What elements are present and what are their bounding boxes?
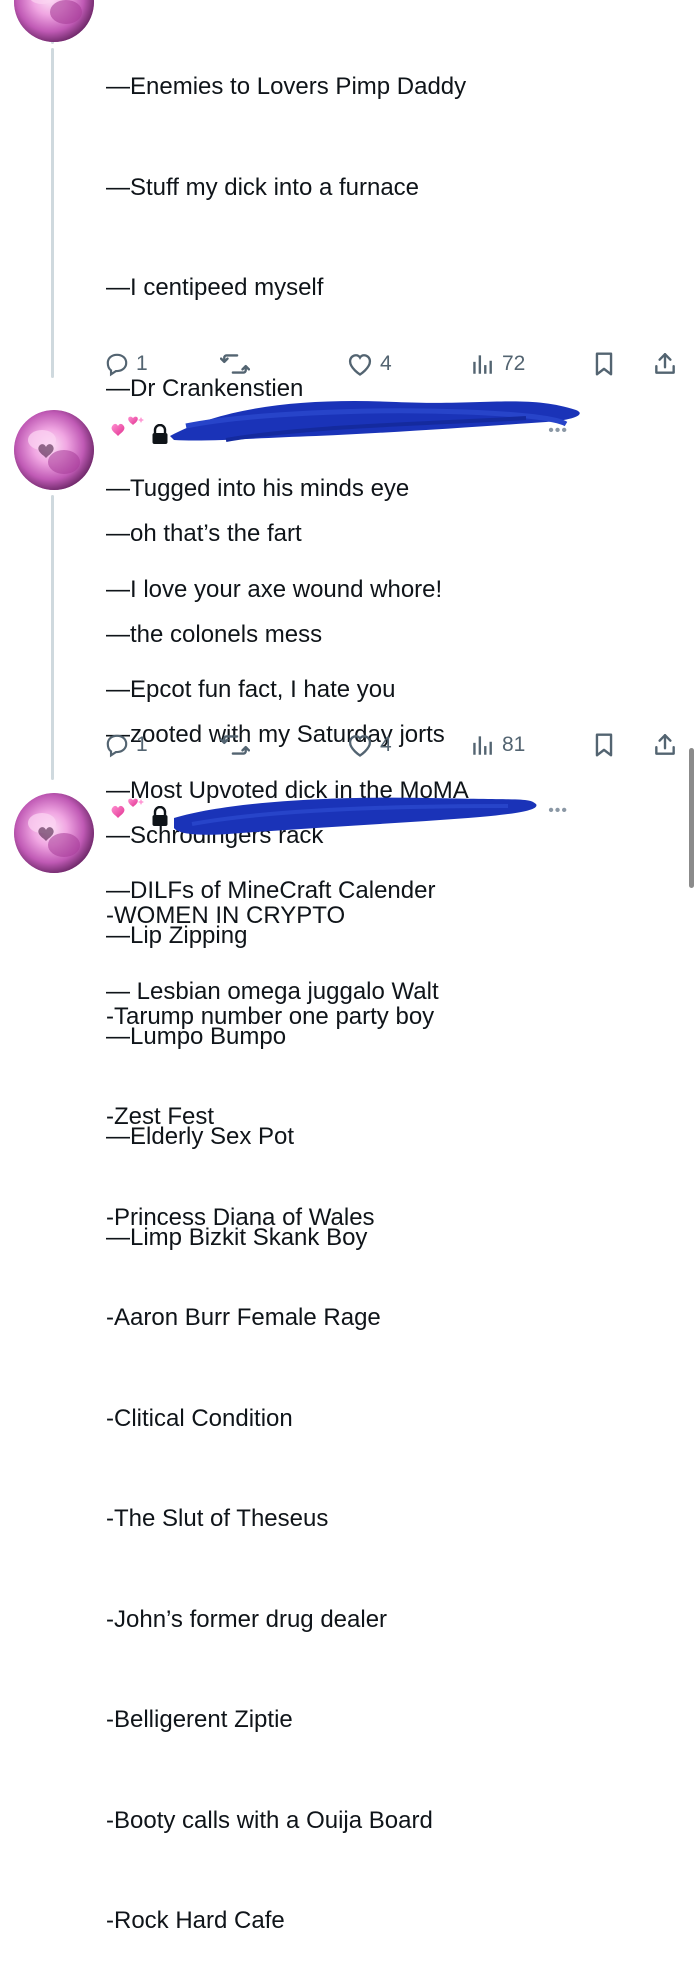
reply-line: -Rock Hard Cafe [106, 1907, 285, 1934]
sparkling-heart-emoji [111, 798, 144, 818]
reply-count: 1 [136, 733, 148, 756]
share-icon [655, 353, 675, 374]
reply-line: -Clitical Condition [106, 1404, 293, 1432]
repost-icon [220, 735, 250, 755]
reply-line: —I centipeed myself [106, 274, 324, 301]
reply-icon [106, 353, 128, 377]
reply-line: —Enemies to Lovers Pimp Daddy [106, 73, 467, 100]
repost-button[interactable] [220, 347, 250, 381]
bookmark-button[interactable] [592, 347, 616, 381]
like-count: 4 [380, 733, 392, 756]
sparkling-heart-emoji [111, 416, 144, 436]
reply-icon [106, 734, 128, 758]
action-bar: 1 4 72 [104, 347, 684, 381]
reply-line: -John’s former drug dealer [106, 1605, 388, 1633]
views-icon [473, 355, 492, 374]
action-bar: 1 4 81 [104, 728, 684, 762]
reply-line: -The Slut of Theseus [106, 1505, 329, 1532]
reply-line: -Aaron Burr Female Rage [106, 1304, 381, 1331]
reply-line: -Tarump number one party boy [106, 1002, 435, 1030]
avatar[interactable] [14, 793, 94, 873]
heart-icon [348, 354, 372, 376]
reply-line: -Belligerent Ziptie [106, 1706, 293, 1733]
views-count: 72 [502, 352, 526, 375]
heart-icon [348, 735, 372, 757]
views-button[interactable]: 72 [470, 347, 525, 381]
reply-button[interactable]: 1 [104, 728, 148, 762]
views-count: 81 [502, 733, 526, 756]
reply-line: -WOMEN IN CRYPTO [106, 902, 346, 929]
avatar[interactable] [14, 0, 94, 42]
redacted-username [170, 401, 580, 442]
share-button[interactable] [652, 728, 678, 762]
like-count: 4 [380, 352, 392, 375]
reply-line: —Stuff my dick into a furnace [106, 173, 420, 201]
share-icon [655, 734, 675, 755]
repost-button[interactable] [220, 728, 250, 762]
reply-line: —the colonels mess [106, 620, 323, 648]
avatar[interactable] [14, 410, 94, 490]
thread-line [51, 48, 54, 378]
bookmark-icon [595, 733, 613, 757]
reply-count: 1 [136, 352, 148, 375]
bookmark-icon [595, 352, 613, 376]
more-options-button[interactable]: ••• [548, 802, 568, 820]
reply-header: ••• [106, 796, 586, 836]
reply-line: —oh that’s the fart [106, 520, 302, 547]
reply-text: -WOMEN IN CRYPTO -Tarump number one part… [106, 832, 434, 1971]
reply-button[interactable]: 1 [104, 347, 148, 381]
reply-line: -Zest Fest [106, 1103, 215, 1130]
thread-line [51, 495, 54, 780]
more-options-button[interactable]: ••• [548, 422, 568, 440]
scrollbar-thumb[interactable] [689, 748, 694, 888]
reply-line: -Princess Diana of Wales [106, 1203, 375, 1231]
bookmark-button[interactable] [592, 728, 616, 762]
views-button[interactable]: 81 [470, 728, 525, 762]
reply-line: -Booty calls with a Ouija Board [106, 1806, 433, 1834]
share-button[interactable] [652, 347, 678, 381]
like-button[interactable]: 4 [346, 728, 392, 762]
reply-header: ••• [106, 401, 586, 454]
views-icon [473, 736, 492, 755]
like-button[interactable]: 4 [346, 347, 392, 381]
repost-icon [220, 354, 250, 374]
